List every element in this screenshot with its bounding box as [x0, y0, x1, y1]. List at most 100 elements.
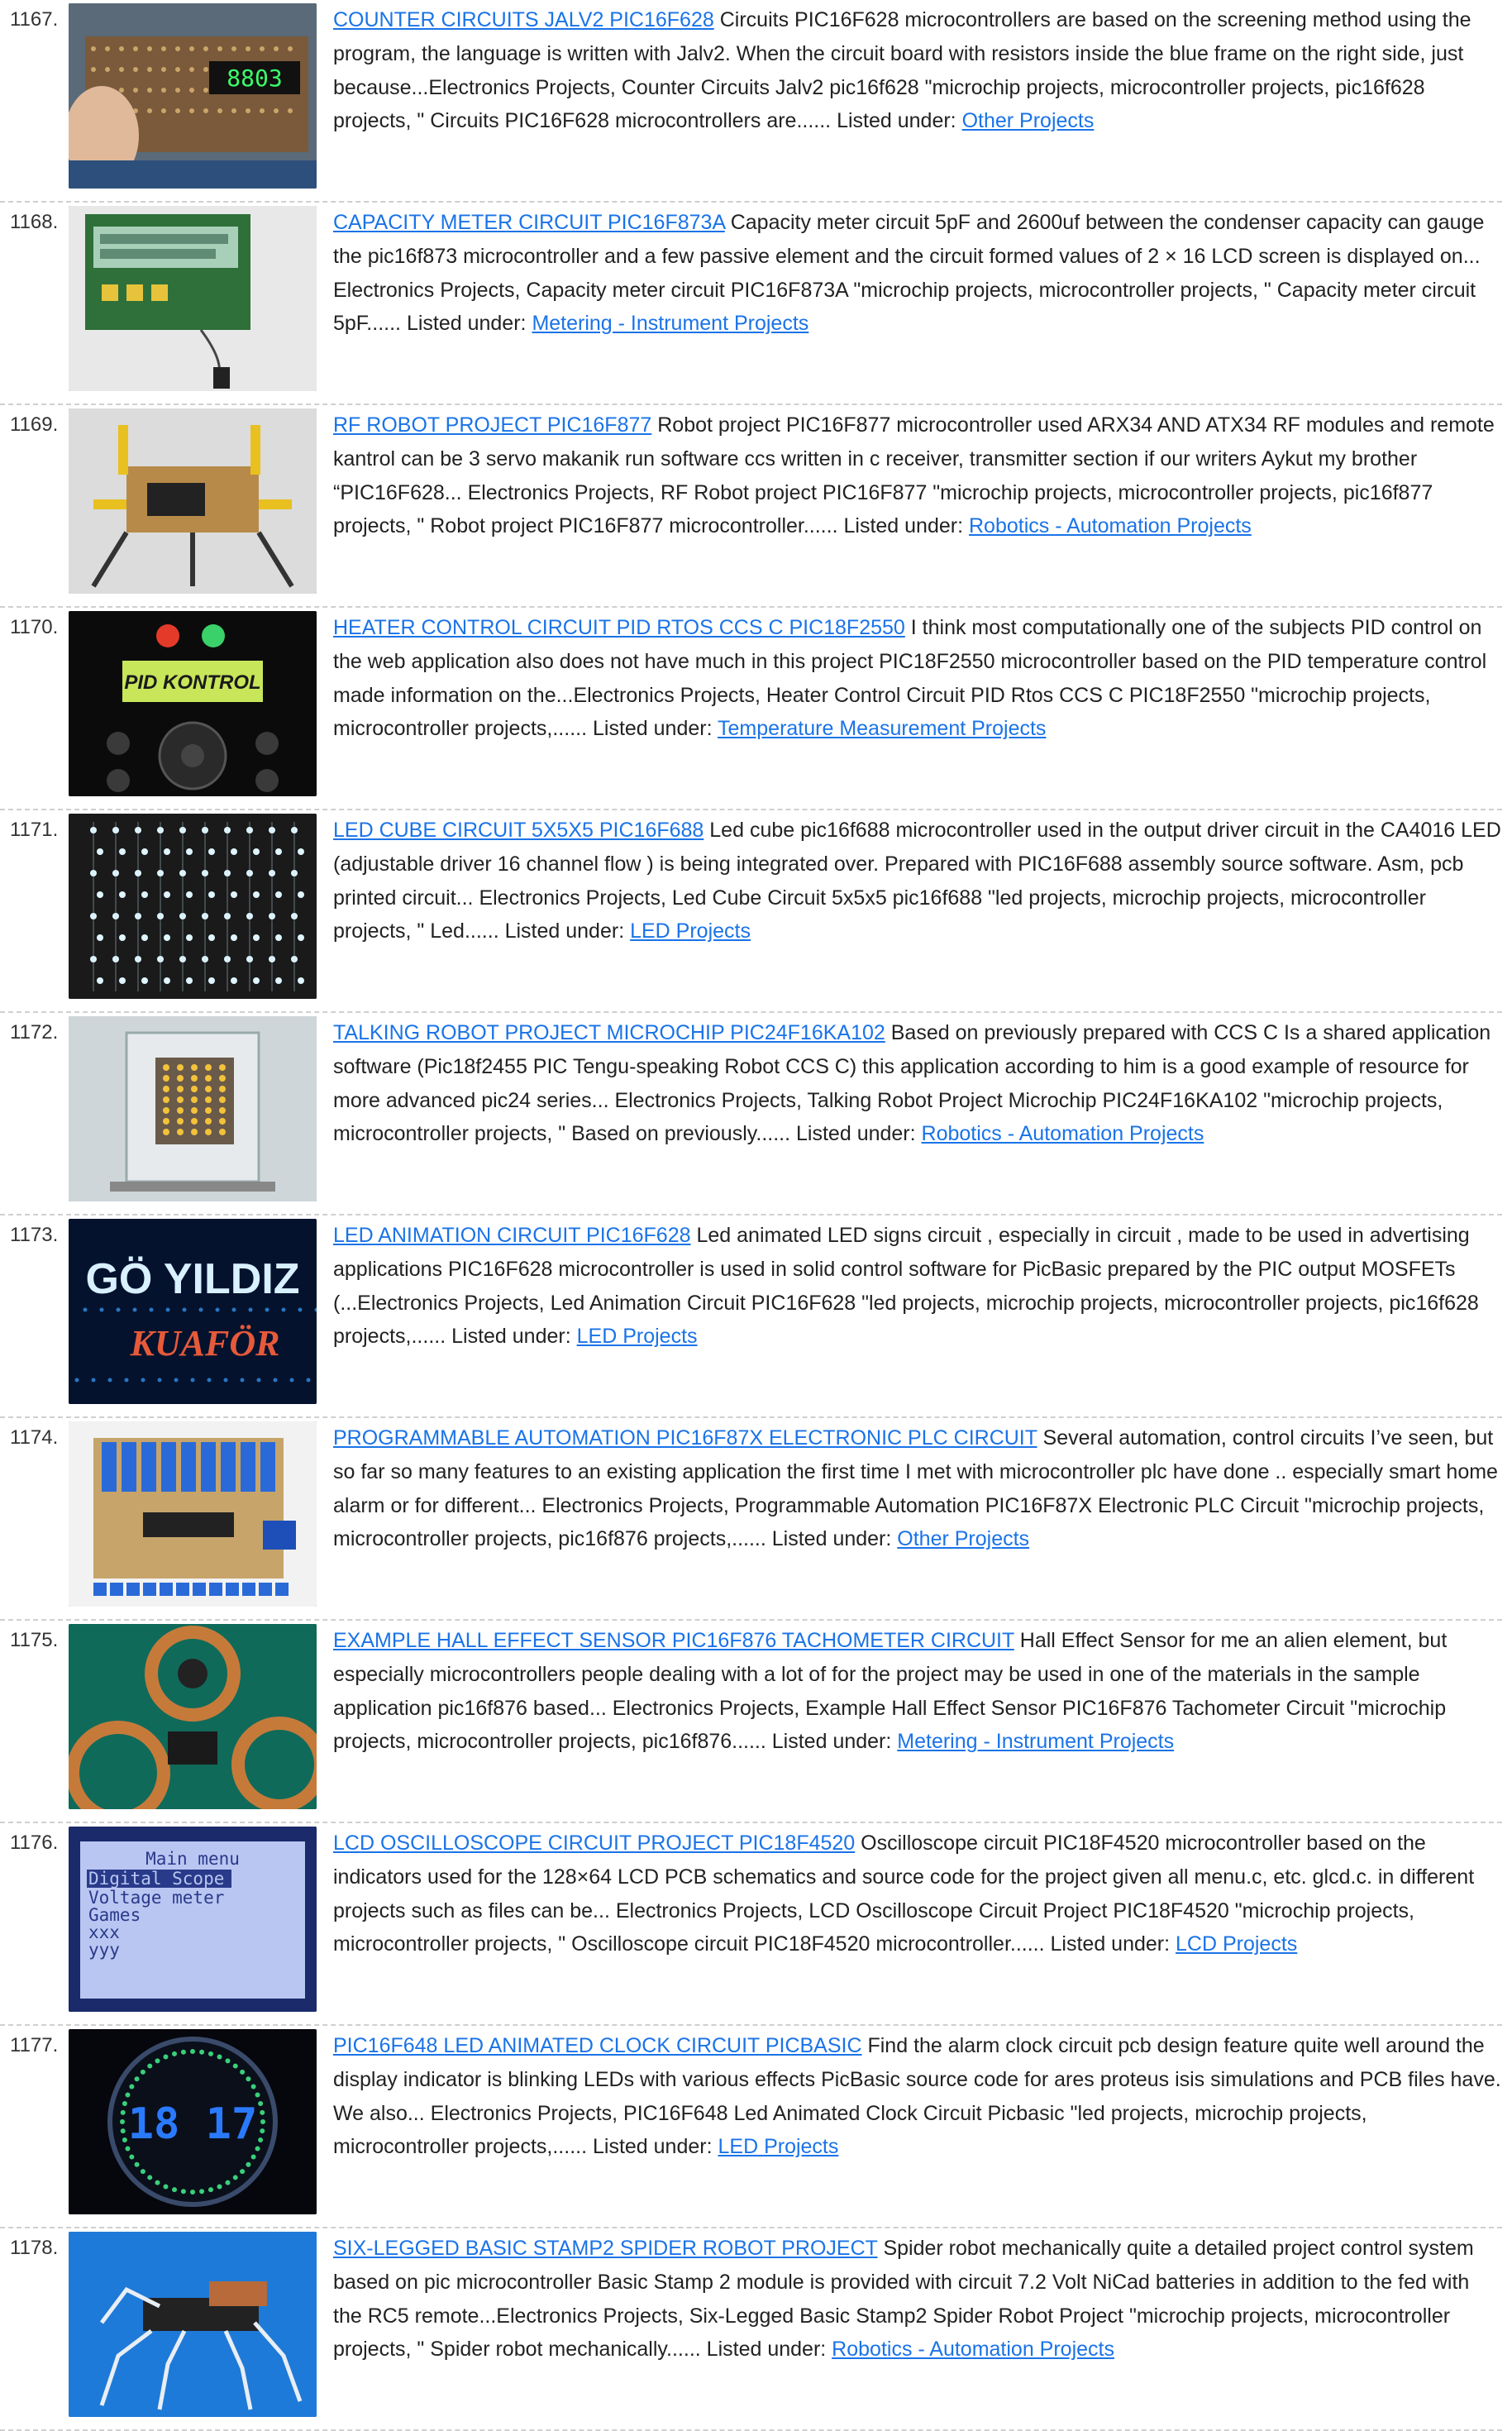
item-number: 1170.: [10, 616, 59, 638]
project-thumbnail[interactable]: [69, 206, 317, 391]
item-description: LCD OSCILLOSCOPE CIRCUIT PROJECT PIC18F4…: [333, 1827, 1502, 1961]
item-number: 1167.: [10, 8, 59, 31]
list-item: 1170. PID KONTROL HEATER CONTROL CIRCUIT…: [0, 608, 1502, 810]
listed-under-label: Listed under:: [706, 2338, 827, 2362]
project-thumbnail[interactable]: [69, 814, 317, 999]
item-description: PROGRAMMABLE AUTOMATION PIC16F87X ELECTR…: [333, 1421, 1502, 1556]
project-thumbnail[interactable]: [69, 2232, 317, 2417]
category-link[interactable]: LCD Projects: [1176, 1932, 1297, 1956]
item-number: 1169.: [10, 413, 59, 436]
list-item: 1167. 8803 COUNTER CIRCUITS JALV2 PIC16F…: [0, 0, 1502, 203]
thumbnail-image[interactable]: Main menu Digital Scope Voltage meter Ga…: [69, 1827, 317, 2012]
project-thumbnail[interactable]: GÖ YILDIZ KUAFÖR: [69, 1219, 317, 1404]
project-thumbnail[interactable]: [69, 1421, 317, 1607]
project-thumbnail[interactable]: [69, 1016, 317, 1201]
svg-text:PID KONTROL: PID KONTROL: [124, 671, 260, 694]
thumbnail-image[interactable]: 8803: [69, 3, 317, 189]
project-title-link[interactable]: PROGRAMMABLE AUTOMATION PIC16F87X ELECTR…: [333, 1426, 1037, 1450]
project-title-link[interactable]: RF ROBOT PROJECT PIC16F877: [333, 413, 651, 437]
project-thumbnail[interactable]: 8803: [69, 3, 317, 189]
list-item: 1169. RF ROBOT PROJECT PIC16F877 Robot p…: [0, 405, 1502, 608]
item-description: EXAMPLE HALL EFFECT SENSOR PIC16F876 TAC…: [333, 1624, 1502, 1759]
project-title-link[interactable]: LED ANIMATION CIRCUIT PIC16F628: [333, 1224, 691, 1247]
thumbnail-image[interactable]: [69, 1421, 317, 1607]
item-description: HEATER CONTROL CIRCUIT PID RTOS CCS C PI…: [333, 611, 1502, 746]
category-link[interactable]: Robotics - Automation Projects: [922, 1122, 1204, 1145]
list-item: 1168. CAPACITY METER CIRCUIT PIC16F873A …: [0, 203, 1502, 405]
svg-text:GÖ YILDIZ: GÖ YILDIZ: [85, 1255, 299, 1303]
project-thumbnail[interactable]: Main menu Digital Scope Voltage meter Ga…: [69, 1827, 317, 2012]
item-number: 1174.: [10, 1426, 59, 1449]
project-title-link[interactable]: HEATER CONTROL CIRCUIT PID RTOS CCS C PI…: [333, 616, 905, 639]
project-title-link[interactable]: COUNTER CIRCUITS JALV2 PIC16F628: [333, 8, 714, 31]
item-description: LED ANIMATION CIRCUIT PIC16F628 Led anim…: [333, 1219, 1502, 1354]
project-thumbnail[interactable]: PID KONTROL: [69, 611, 317, 796]
category-link[interactable]: LED Projects: [577, 1325, 698, 1348]
category-link[interactable]: LED Projects: [630, 919, 751, 943]
thumbnail-image[interactable]: [69, 2232, 317, 2417]
listed-under-label: Listed under:: [1050, 1932, 1171, 1956]
thumbnail-image[interactable]: GÖ YILDIZ KUAFÖR: [69, 1219, 317, 1404]
listed-under-label: Listed under:: [592, 2135, 713, 2159]
listed-under-label: Listed under:: [451, 1325, 571, 1349]
item-number: 1175.: [10, 1629, 59, 1651]
list-item: 1172. TALKING ROBOT PROJECT MICROCHIP PI…: [0, 1013, 1502, 1216]
listed-under-label: Listed under:: [843, 514, 964, 538]
listed-under-label: Listed under:: [592, 717, 713, 741]
item-number: 1168.: [10, 211, 59, 233]
project-thumbnail[interactable]: [69, 1624, 317, 1809]
category-link[interactable]: Other Projects: [897, 1527, 1029, 1550]
thumbnail-image[interactable]: [69, 206, 317, 391]
svg-text:8803: 8803: [227, 64, 282, 92]
list-item: 1175. EXAMPLE HALL EFFECT SENSOR PIC16F8…: [0, 1621, 1502, 1823]
listed-under-label: Listed under:: [771, 1730, 892, 1754]
thumbnail-image[interactable]: 18 17: [69, 2029, 317, 2214]
listed-under-label: Listed under:: [406, 312, 527, 336]
thumbnail-image[interactable]: [69, 1624, 317, 1809]
project-list: 1167. 8803 COUNTER CIRCUITS JALV2 PIC16F…: [0, 0, 1512, 2431]
thumbnail-image[interactable]: PID KONTROL: [69, 611, 317, 796]
project-title-link[interactable]: LED CUBE CIRCUIT 5X5X5 PIC16F688: [333, 819, 704, 842]
item-description: CAPACITY METER CIRCUIT PIC16F873A Capaci…: [333, 206, 1502, 341]
project-title-link[interactable]: EXAMPLE HALL EFFECT SENSOR PIC16F876 TAC…: [333, 1629, 1014, 1652]
category-link[interactable]: Temperature Measurement Projects: [718, 717, 1046, 740]
thumbnail-image[interactable]: [69, 408, 317, 594]
list-item: 1171. LED CUBE CIRCUIT 5X5X5 PIC16F688 L…: [0, 810, 1502, 1013]
svg-text:Main menu: Main menu: [145, 1849, 240, 1869]
item-description: RF ROBOT PROJECT PIC16F877 Robot project…: [333, 408, 1502, 543]
listed-under-label: Listed under:: [796, 1122, 916, 1146]
category-link[interactable]: LED Projects: [718, 2135, 838, 2158]
item-number: 1176.: [10, 1832, 59, 1854]
svg-text:yyy: yyy: [88, 1940, 120, 1960]
item-description: SIX-LEGGED BASIC STAMP2 SPIDER ROBOT PRO…: [333, 2232, 1502, 2367]
project-title-link[interactable]: LCD OSCILLOSCOPE CIRCUIT PROJECT PIC18F4…: [333, 1832, 855, 1855]
item-number: 1173.: [10, 1224, 59, 1246]
item-number: 1172.: [10, 1021, 59, 1044]
item-number: 1178.: [10, 2237, 59, 2259]
project-title-link[interactable]: SIX-LEGGED BASIC STAMP2 SPIDER ROBOT PRO…: [333, 2237, 877, 2260]
svg-text:Digital Scope: Digital Scope: [88, 1869, 224, 1889]
item-description: TALKING ROBOT PROJECT MICROCHIP PIC24F16…: [333, 1016, 1502, 1151]
listed-under-label: Listed under:: [837, 109, 956, 133]
thumbnail-image[interactable]: [69, 814, 317, 999]
category-link[interactable]: Robotics - Automation Projects: [832, 2338, 1114, 2361]
project-title-link[interactable]: TALKING ROBOT PROJECT MICROCHIP PIC24F16…: [333, 1021, 885, 1044]
category-link[interactable]: Robotics - Automation Projects: [969, 514, 1252, 537]
list-item: 1177. 18 17 PIC16F648 LED ANIMATED CLOCK…: [0, 2026, 1502, 2228]
item-description: PIC16F648 LED ANIMATED CLOCK CIRCUIT PIC…: [333, 2029, 1502, 2164]
listed-under-label: Listed under:: [771, 1527, 892, 1551]
category-link[interactable]: Metering - Instrument Projects: [897, 1730, 1174, 1753]
category-link[interactable]: Metering - Instrument Projects: [532, 312, 808, 335]
category-link[interactable]: Other Projects: [962, 109, 1095, 132]
list-item: 1174. PROGRAMMABLE AUTOMATION PIC16F87X …: [0, 1418, 1502, 1621]
list-item: 1173. GÖ YILDIZ KUAFÖR LED ANIMATION CIR…: [0, 1216, 1502, 1418]
item-description: COUNTER CIRCUITS JALV2 PIC16F628 Circuit…: [333, 3, 1502, 138]
project-thumbnail[interactable]: 18 17: [69, 2029, 317, 2214]
item-description: LED CUBE CIRCUIT 5X5X5 PIC16F688 Led cub…: [333, 814, 1502, 948]
project-title-link[interactable]: PIC16F648 LED ANIMATED CLOCK CIRCUIT PIC…: [333, 2034, 862, 2057]
project-thumbnail[interactable]: [69, 408, 317, 594]
project-title-link[interactable]: CAPACITY METER CIRCUIT PIC16F873A: [333, 211, 725, 234]
listed-under-label: Listed under:: [504, 919, 625, 943]
item-number: 1171.: [10, 819, 59, 841]
thumbnail-image[interactable]: [69, 1016, 317, 1201]
